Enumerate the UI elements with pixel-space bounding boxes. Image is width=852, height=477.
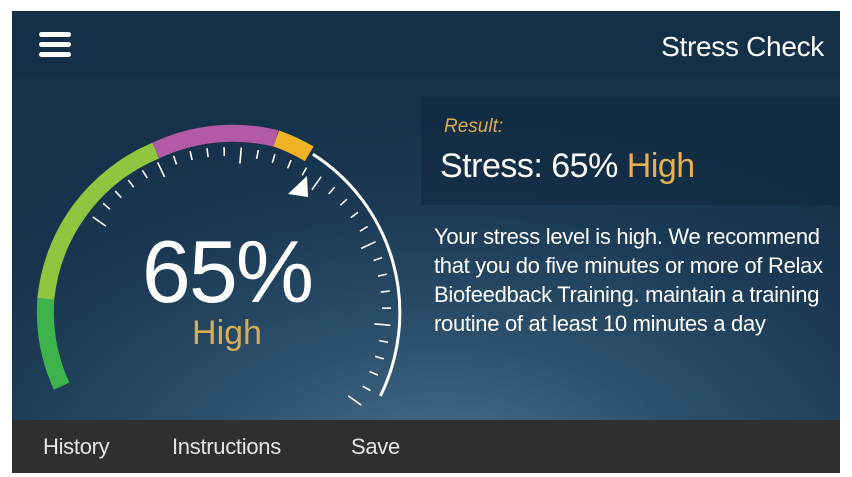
gauge-arc-high — [273, 130, 314, 162]
gauge-tick — [127, 179, 135, 188]
gauge-tick — [156, 162, 166, 178]
save-button[interactable]: Save — [351, 434, 400, 460]
gauge-tick — [347, 395, 362, 406]
gauge-tick — [369, 370, 379, 376]
gauge-tick — [206, 148, 209, 158]
gauge-tick — [374, 323, 391, 327]
gauge-tick — [359, 225, 369, 232]
gauge-tick — [114, 190, 122, 199]
gauge-tick — [286, 159, 292, 169]
gauge-arc-low — [36, 298, 70, 390]
gauge-tick — [301, 167, 308, 176]
bottom-toolbar: History Instructions Save — [12, 420, 840, 473]
stress-percentage: 65% — [141, 222, 314, 321]
gauge-tick — [379, 339, 389, 344]
hamburger-menu-icon[interactable] — [39, 32, 71, 58]
gauge-tick — [189, 151, 193, 161]
gauge-tick — [377, 273, 387, 277]
gauge-tick — [141, 169, 148, 179]
gauge-pointer-icon — [288, 176, 308, 197]
gauge-tick — [362, 385, 371, 392]
gauge-tick — [360, 240, 376, 250]
recommendation-text: Your stress level is high. We recommend … — [434, 224, 823, 336]
gauge-tick — [172, 155, 178, 165]
gauge-tick — [92, 216, 107, 227]
gauge-tick — [239, 147, 243, 164]
history-button[interactable]: History — [43, 434, 110, 460]
result-label: Result: — [444, 116, 504, 137]
page-title: Stress Check — [661, 31, 824, 62]
gauge-tick — [102, 202, 111, 210]
stress-check-screen: Stress Check 65% High Result: Stress: 65… — [12, 11, 840, 473]
gauge-tick — [255, 149, 260, 159]
gauge-tick — [380, 290, 390, 293]
instructions-button[interactable]: Instructions — [172, 434, 281, 460]
top-bar: Stress Check — [12, 11, 840, 77]
gauge-tick — [339, 198, 348, 206]
gauge-tick — [328, 186, 336, 195]
result-level: High — [626, 147, 695, 185]
gauge-tick — [373, 256, 383, 262]
gauge-arc-elevated — [152, 124, 279, 159]
result-percentage: Stress: 65% — [440, 147, 618, 185]
gauge-tick — [350, 211, 359, 219]
gauge-tick — [271, 153, 276, 164]
stress-level-label: High — [192, 314, 262, 352]
gauge-tick — [374, 355, 385, 360]
gauge-tick — [311, 176, 322, 191]
result-panel: Result: Stress: 65% High — [421, 97, 840, 205]
result-value: Stress: 65% High — [440, 147, 695, 186]
